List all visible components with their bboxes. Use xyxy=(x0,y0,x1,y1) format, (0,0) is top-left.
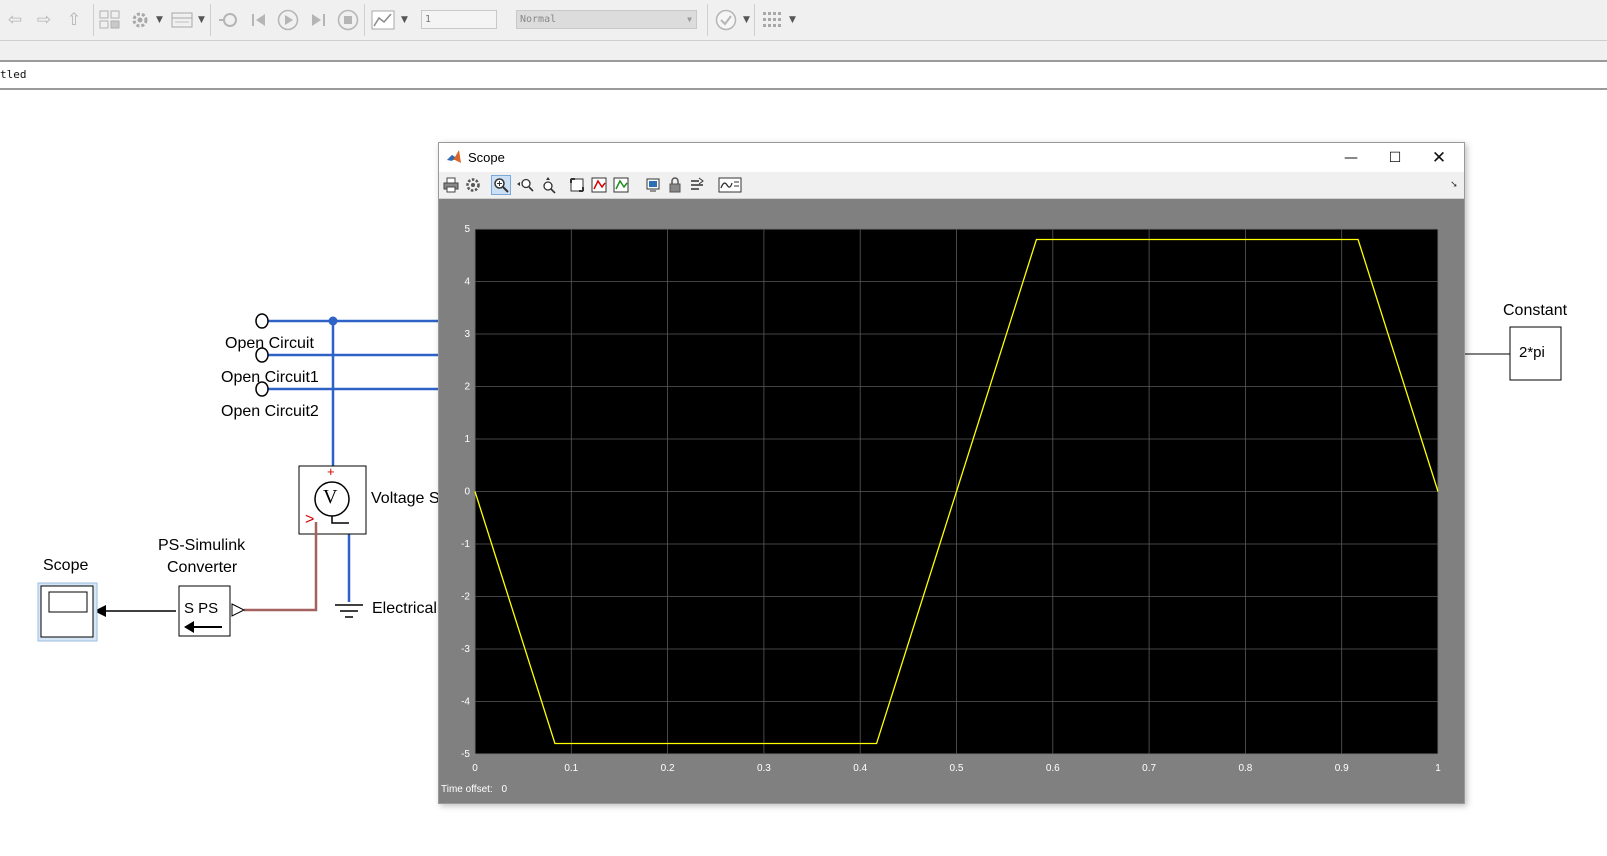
model-settings-gear-icon[interactable] xyxy=(128,8,152,32)
style-legend-icon[interactable] xyxy=(717,175,743,195)
open-circuit-terminal[interactable] xyxy=(255,313,269,329)
time-offset-label: Time offset: xyxy=(441,784,493,795)
y-tick-label: -4 xyxy=(461,697,470,708)
chevron-down-icon[interactable]: ▼ xyxy=(789,8,796,32)
x-tick-label: 0.9 xyxy=(1335,763,1349,774)
zoom-in-icon[interactable] xyxy=(491,175,511,195)
zoom-y-icon[interactable] xyxy=(539,175,559,195)
x-tick-label: 0.3 xyxy=(757,763,771,774)
toolbar-separator xyxy=(210,4,211,36)
x-tick-label: 0 xyxy=(472,763,478,774)
run-play-icon[interactable] xyxy=(276,8,300,32)
x-tick-label: 0.6 xyxy=(1046,763,1060,774)
highlight-block-icon[interactable] xyxy=(643,175,663,195)
x-tick-label: 0.4 xyxy=(853,763,867,774)
maximize-button[interactable]: ☐ xyxy=(1375,146,1415,170)
scope-window-title: Scope xyxy=(468,150,505,165)
x-tick-label: 0.7 xyxy=(1142,763,1156,774)
converter-input-port xyxy=(231,603,246,617)
up-to-parent-icon[interactable]: ⇧ xyxy=(63,8,85,32)
scope-titlebar[interactable]: Scope — ☐ ✕ xyxy=(439,143,1464,172)
physical-wires xyxy=(268,319,438,602)
y-tick-label: 0 xyxy=(464,487,470,498)
autoscale-icon[interactable] xyxy=(567,175,587,195)
y-tick-label: 3 xyxy=(464,329,470,340)
model-advisor-check-icon[interactable] xyxy=(714,8,738,32)
x-tick-label: 0.2 xyxy=(661,763,675,774)
toolbar-separator xyxy=(707,4,708,36)
lock-icon[interactable] xyxy=(665,175,685,195)
simulation-mode-value: Normal xyxy=(520,14,557,25)
gear-icon[interactable] xyxy=(463,175,483,195)
trigger-icon[interactable] xyxy=(589,175,609,195)
step-back-config-icon[interactable] xyxy=(216,8,240,32)
scope-window[interactable]: Scope — ☐ ✕ ➘ 0 0.1 0.2 0.3 0.4 0.5 0.6 … xyxy=(438,142,1465,804)
time-offset-value: 0 xyxy=(501,784,508,795)
chevron-down-icon[interactable]: ▼ xyxy=(401,8,408,32)
positive-terminal-mark: + xyxy=(327,464,335,479)
toolbar-separator xyxy=(93,4,94,36)
x-tick-label: 0.5 xyxy=(950,763,964,774)
voltage-sensor-label: Voltage S xyxy=(371,490,440,507)
y-tick-label: -1 xyxy=(461,539,470,550)
chevron-down-icon[interactable]: ▼ xyxy=(156,8,163,32)
simulink-toolbar: ⇦ ⇨ ⇧ ▼ ▼ ▼ 1 Normal ▼ ▼ ▼ xyxy=(0,0,1607,41)
voltmeter-glyph: V xyxy=(323,486,338,508)
x-tick-label: 0.1 xyxy=(564,763,578,774)
simulation-mode-select[interactable]: Normal ▼ xyxy=(516,10,697,29)
scope-screen-icon xyxy=(48,591,88,613)
open-circuit-label: Open Circuit xyxy=(225,335,314,352)
scope-toolbar: ➘ xyxy=(439,172,1464,199)
data-inspector-icon[interactable] xyxy=(370,8,396,32)
toolbar-separator xyxy=(364,4,365,36)
print-icon[interactable] xyxy=(441,175,461,195)
y-tick-label: -2 xyxy=(461,592,470,603)
y-tick-label: 5 xyxy=(464,224,470,235)
y-tick-label: 4 xyxy=(464,277,470,288)
x-tick-label: 1 xyxy=(1435,763,1441,774)
constant-label: Constant xyxy=(1503,302,1568,319)
library-browser-icon[interactable] xyxy=(98,8,122,32)
step-forward-icon[interactable] xyxy=(306,8,330,32)
y-tick-label: 1 xyxy=(464,434,470,445)
zoom-x-icon[interactable] xyxy=(515,175,535,195)
minimize-button[interactable]: — xyxy=(1331,146,1371,170)
stop-icon[interactable] xyxy=(336,8,360,32)
close-button[interactable]: ✕ xyxy=(1419,146,1459,170)
chevron-down-icon: ▼ xyxy=(687,15,692,24)
cursor-measurements-icon[interactable] xyxy=(611,175,631,195)
x-tick-label: 0.8 xyxy=(1238,763,1252,774)
stop-time-input[interactable]: 1 xyxy=(421,10,497,29)
ps-converter-label: PS-Simulink xyxy=(158,537,246,554)
ps-converter-glyph: S PS xyxy=(184,600,219,617)
back-icon[interactable]: ⇦ xyxy=(4,8,26,32)
y-tick-label: -5 xyxy=(461,749,470,760)
wire-junction xyxy=(328,316,338,326)
time-offset-readout: Time offset: 0 xyxy=(441,784,507,795)
chevron-down-icon[interactable]: ▼ xyxy=(743,8,750,32)
toolbar-separator xyxy=(754,4,755,36)
matlab-logo-icon xyxy=(446,149,462,170)
model-breadcrumb[interactable]: tled xyxy=(0,62,1607,90)
chevron-down-icon[interactable]: ▼ xyxy=(198,8,205,32)
ps-signal-wire[interactable] xyxy=(244,522,318,612)
scope-block-label: Scope xyxy=(43,557,89,574)
signal-selector-icon[interactable] xyxy=(687,175,707,195)
y-tick-label: -3 xyxy=(461,644,470,655)
constant-value: 2*pi xyxy=(1519,344,1545,361)
ps-converter-label-line2: Converter xyxy=(167,559,238,576)
open-circuit1-label: Open Circuit1 xyxy=(221,369,319,386)
toolbar-band xyxy=(0,41,1607,62)
y-tick-label: 2 xyxy=(464,382,470,393)
sensor-output-mark: > xyxy=(305,511,315,528)
electrical-ref-label: Electrical xyxy=(372,600,437,617)
model-explorer-icon[interactable] xyxy=(170,8,194,32)
step-back-icon[interactable] xyxy=(247,8,271,32)
dock-arrow-icon[interactable]: ➘ xyxy=(1444,175,1464,195)
ground-icon[interactable] xyxy=(335,604,363,618)
open-circuit2-label: Open Circuit2 xyxy=(221,403,319,420)
build-grid-icon[interactable] xyxy=(760,8,784,32)
forward-icon[interactable]: ⇨ xyxy=(33,8,55,32)
scope-plot[interactable]: 0 0.1 0.2 0.3 0.4 0.5 0.6 0.7 0.8 0.9 1 5 4 3 2 1 0 -1 -2 -… xyxy=(439,199,1464,799)
